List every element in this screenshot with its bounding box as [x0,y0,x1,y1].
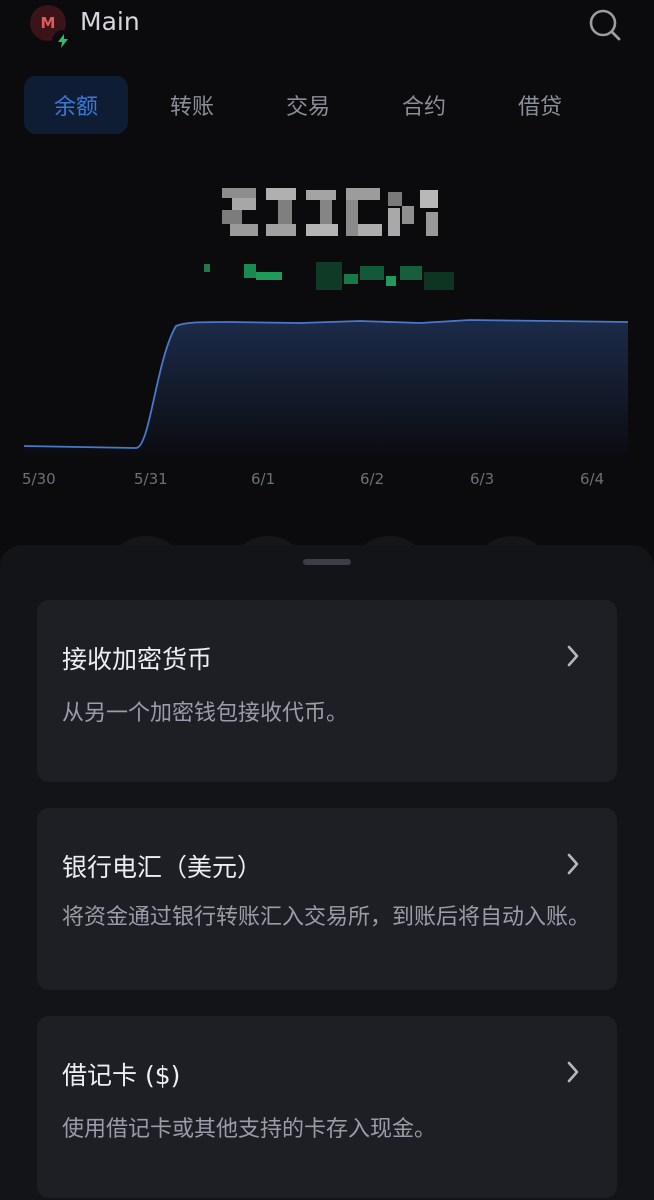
balance-change-redacted [200,258,460,294]
x-tick-label: 6/4 [580,470,605,488]
debit-card-card[interactable]: 借记卡 ($) 使用借记卡或其他支持的卡存入现金。 [37,1016,617,1198]
balance-chart[interactable] [0,300,654,500]
lightning-badge-icon [52,30,74,52]
card-title: 接收加密货币 [62,645,213,674]
card-description: 使用借记卡或其他支持的卡存入现金。 [62,1117,437,1142]
chevron-right-icon [563,642,583,670]
x-tick-label: 6/2 [360,470,385,488]
tab-bar: 余额 转账 交易 合约 借贷 [24,76,630,134]
x-tick-label: 6/1 [251,470,276,488]
tab-balance[interactable]: 余额 [24,76,128,134]
card-title: 银行电汇（美元） [62,853,263,882]
chevron-right-icon [563,850,583,878]
tab-trade[interactable]: 交易 [256,76,360,134]
tab-contract[interactable]: 合约 [372,76,476,134]
top-bar: M Main [0,0,654,56]
chevron-right-icon [563,1058,583,1086]
tab-transfer[interactable]: 转账 [140,76,244,134]
card-description: 从另一个加密钱包接收代币。 [62,701,349,726]
x-tick-label: 5/30 [22,470,56,488]
receive-crypto-card[interactable]: 接收加密货币 从另一个加密钱包接收代币。 [37,600,617,782]
sheet-drag-handle[interactable] [303,559,351,565]
bank-wire-card[interactable]: 银行电汇（美元） 将资金通过银行转账汇入交易所，到账后将自动入账。 [37,808,617,990]
card-title: 借记卡 ($) [62,1061,181,1090]
x-tick-label: 6/3 [470,470,495,488]
total-balance-redacted [222,188,440,238]
deposit-sheet: 接收加密货币 从另一个加密钱包接收代币。 银行电汇（美元） 将资金通过银行转账汇… [0,545,654,1200]
chart-area [24,320,628,460]
account-name[interactable]: Main [80,7,140,36]
card-description: 将资金通过银行转账汇入交易所，到账后将自动入账。 [62,905,591,930]
tab-loan[interactable]: 借贷 [488,76,592,134]
x-tick-label: 5/31 [134,470,168,488]
app-screen: M Main 余额 转账 交易 合约 借贷 5/30 5/31 6/1 6/2 … [0,0,654,1200]
search-icon[interactable] [586,4,626,44]
